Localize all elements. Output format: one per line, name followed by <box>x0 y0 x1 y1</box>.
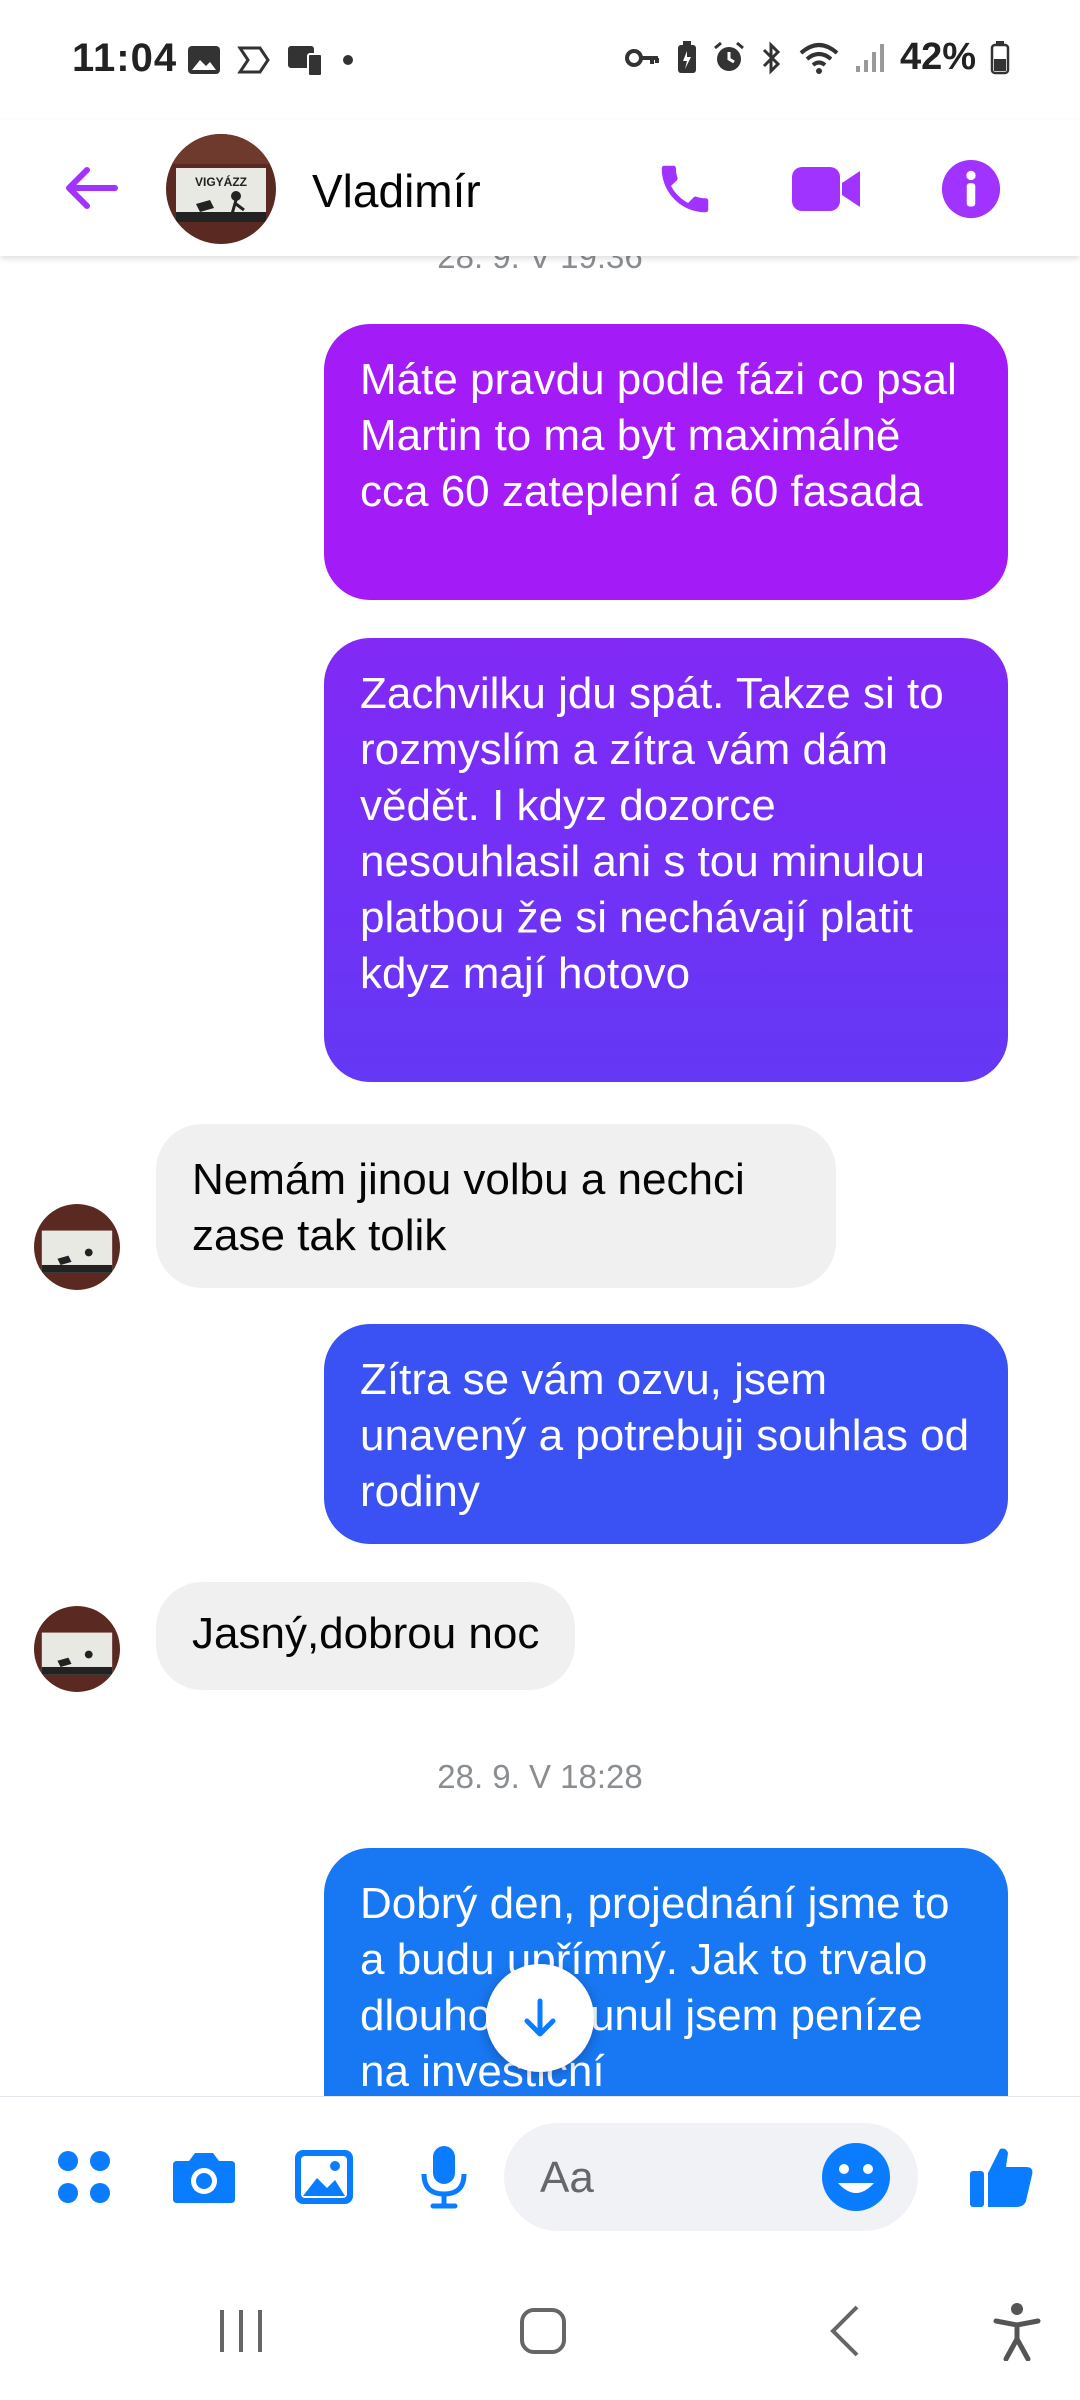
outgoing-message[interactable]: Dobrý den, projednání jsme to a budu upř… <box>324 1848 1008 2096</box>
system-navigation-bar <box>0 2256 1080 2400</box>
message-composer: Aa <box>0 2096 1080 2256</box>
message-timestamp: 28. 9. V 18:28 <box>437 1758 643 1795</box>
thumbs-up-icon <box>970 2148 1033 2207</box>
back-nav-button[interactable] <box>800 2286 890 2376</box>
avatar-image <box>34 1606 120 1692</box>
back-button[interactable] <box>50 148 130 228</box>
alarm-icon <box>713 41 744 71</box>
video-call-button[interactable] <box>782 144 872 234</box>
contact-avatar-small[interactable] <box>34 1606 120 1692</box>
gallery-button[interactable] <box>280 2133 368 2221</box>
outgoing-message[interactable]: Zachvilku jdu spát. Takze si to rozmyslí… <box>324 638 1008 1082</box>
image-notification-icon <box>188 46 220 74</box>
status-time: 11:04 <box>72 36 178 80</box>
key-icon <box>624 48 659 67</box>
contact-avatar-small[interactable] <box>34 1204 120 1290</box>
emoji-button[interactable] <box>816 2137 896 2217</box>
home-button[interactable] <box>498 2286 588 2376</box>
back-icon <box>830 2305 859 2357</box>
accessibility-icon <box>993 2303 1041 2361</box>
gallery-icon <box>295 2150 353 2204</box>
microphone-icon <box>421 2146 467 2209</box>
scroll-to-bottom-button[interactable] <box>486 1964 594 2072</box>
outgoing-message[interactable]: Zítra se vám ozvu, jsem unavený a potreb… <box>324 1324 1008 1544</box>
emoji-icon <box>822 2143 890 2211</box>
message-timestamp: 28. 9. V 19:36 <box>437 256 643 275</box>
voice-message-button[interactable] <box>400 2133 488 2221</box>
contact-name[interactable]: Vladimír <box>312 164 481 218</box>
wifi-icon <box>799 42 839 74</box>
like-button[interactable] <box>958 2133 1046 2221</box>
recent-apps-icon <box>220 2310 262 2352</box>
more-actions-button[interactable] <box>40 2133 128 2221</box>
avatar-sign-text: VIGYÁZZ <box>195 174 247 189</box>
battery-percent: 42% <box>899 36 976 78</box>
info-button[interactable] <box>926 144 1016 234</box>
battery-saver-icon <box>677 40 696 73</box>
conversation-header: VIGYÁZZ Vladimír <box>0 120 1080 256</box>
contact-avatar[interactable]: VIGYÁZZ <box>166 134 276 244</box>
camera-icon <box>173 2153 235 2203</box>
system-status-icons: 42% <box>624 36 1010 79</box>
avatar-image: VIGYÁZZ <box>166 134 276 244</box>
status-bar: 11:04 42% <box>0 0 1080 120</box>
device-notification-icon <box>288 46 323 77</box>
battery-icon <box>990 40 1010 74</box>
back-arrow-icon <box>66 167 118 209</box>
apps-grid-icon <box>58 2151 110 2203</box>
arrow-down-icon <box>524 1998 556 2037</box>
outgoing-message[interactable]: Máte pravdu podle fázi co psal Martin to… <box>324 324 1008 600</box>
avatar-image <box>34 1204 120 1290</box>
camera-button[interactable] <box>160 2133 248 2221</box>
dot-icon <box>343 55 353 65</box>
info-icon <box>941 159 1001 219</box>
notification-icons <box>186 42 356 78</box>
bluetooth-icon <box>762 40 781 75</box>
message-input[interactable]: Aa <box>504 2123 918 2231</box>
phone-icon <box>661 165 709 213</box>
home-icon <box>520 2308 566 2354</box>
accessibility-button[interactable] <box>972 2286 1062 2376</box>
message-input-placeholder: Aa <box>540 2153 594 2202</box>
audio-call-button[interactable] <box>640 144 730 234</box>
signal-icon <box>855 43 884 72</box>
incoming-message[interactable]: Nemám jinou volbu a nechci zase tak toli… <box>156 1124 836 1288</box>
incoming-message[interactable]: Jasný,dobrou noc <box>156 1582 576 1690</box>
message-list[interactable]: 28. 9. V 19:36 Máte pravdu podle fázi co… <box>0 256 1080 2096</box>
video-camera-icon <box>792 167 860 211</box>
app-notification-icon <box>237 46 270 74</box>
recent-apps-button[interactable] <box>196 2286 286 2376</box>
